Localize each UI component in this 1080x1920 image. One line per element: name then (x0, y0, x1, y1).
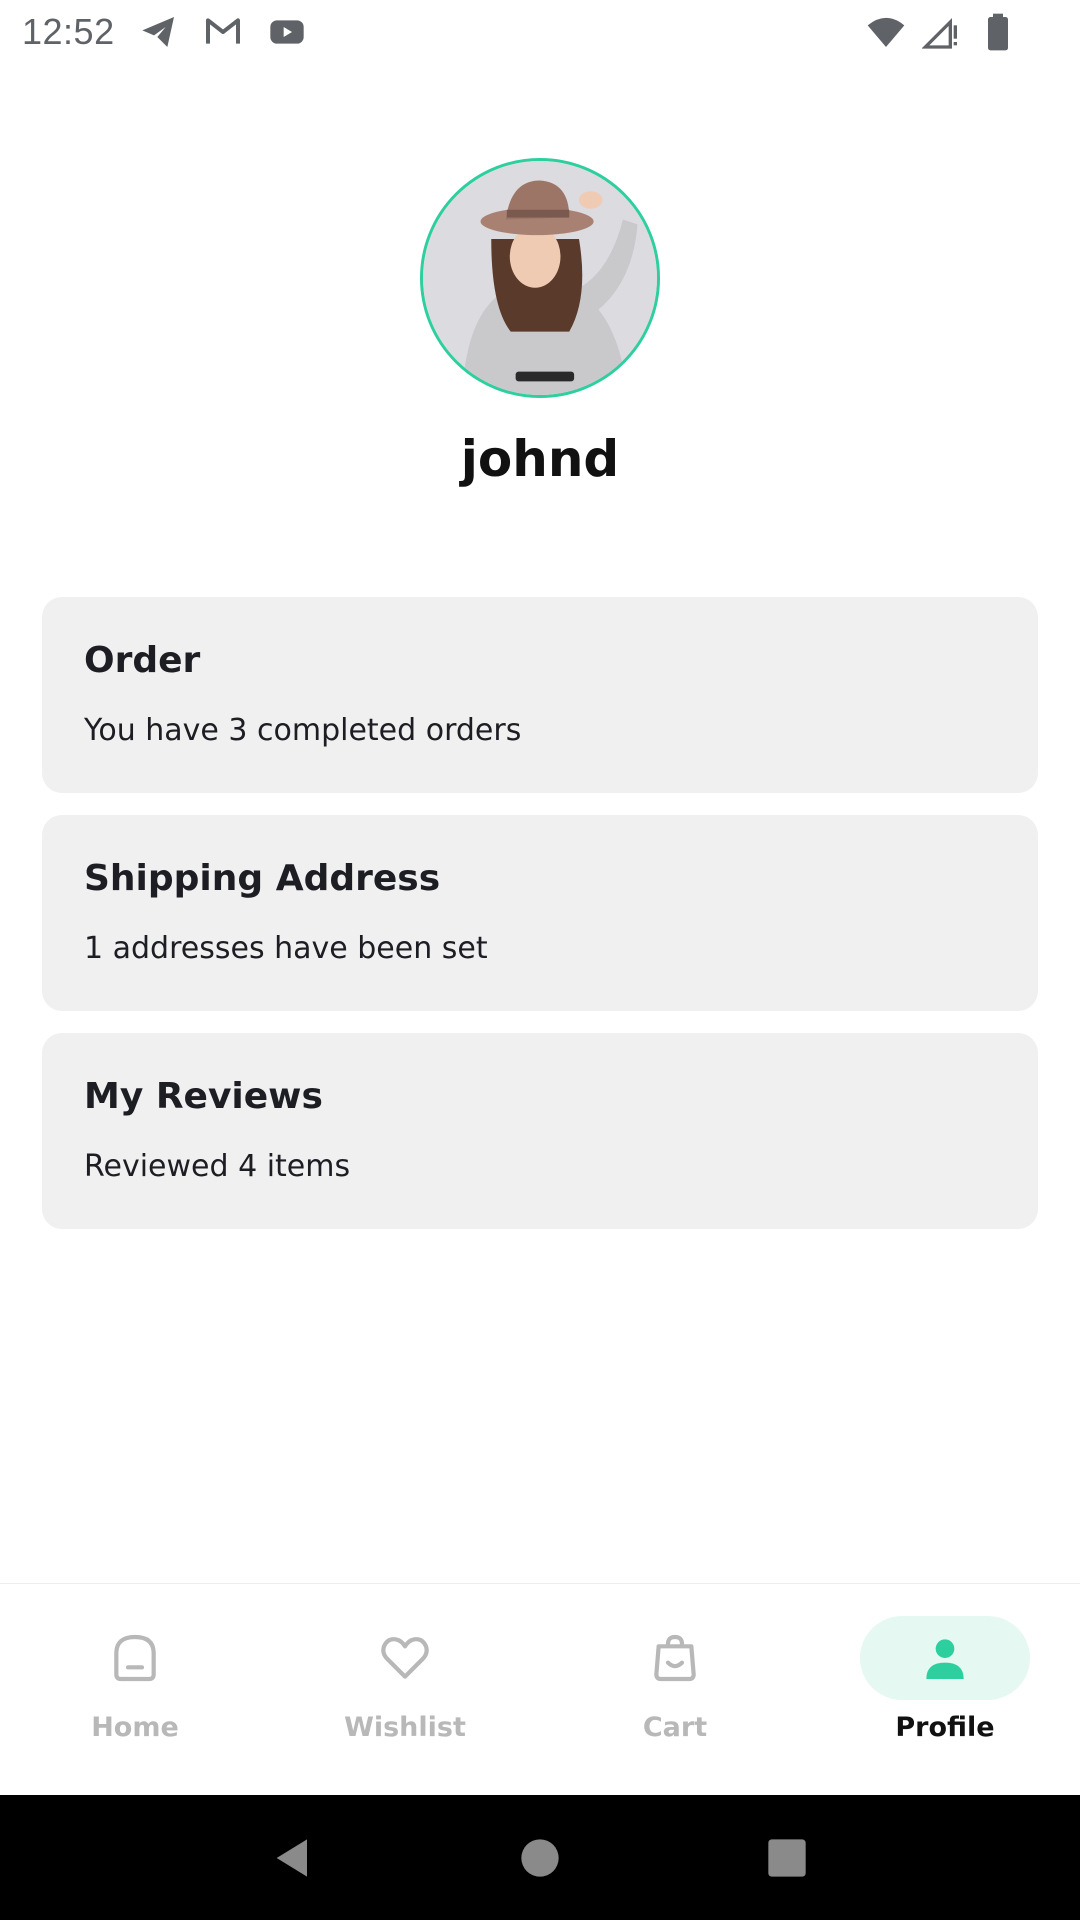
youtube-icon (267, 12, 307, 52)
nav-item-wishlist[interactable]: Wishlist (270, 1584, 540, 1796)
my-reviews-card-subtitle: Reviewed 4 items (84, 1149, 351, 1184)
shipping-address-card[interactable]: Shipping Address 1 addresses have been s… (42, 815, 1038, 1011)
status-right (866, 12, 1018, 52)
order-card-subtitle: You have 3 completed orders (84, 713, 522, 748)
gmail-icon (203, 12, 243, 52)
nav-item-home[interactable]: Home (0, 1584, 270, 1796)
nav-label-cart: Cart (642, 1712, 708, 1743)
user-icon (917, 1630, 973, 1686)
order-card-title: Order (84, 640, 201, 681)
my-reviews-card[interactable]: My Reviews Reviewed 4 items (42, 1033, 1038, 1229)
shopping-bag-icon (647, 1630, 703, 1686)
heart-icon (377, 1630, 433, 1686)
status-time: 12:52 (22, 11, 115, 52)
my-reviews-card-title: My Reviews (84, 1076, 323, 1117)
bottom-nav: Home Wishlist Cart Profile (0, 1583, 1080, 1796)
recents-icon[interactable] (759, 1830, 815, 1886)
nav-label-wishlist: Wishlist (344, 1712, 466, 1743)
shipping-address-card-subtitle: 1 addresses have been set (84, 931, 488, 966)
battery-icon (978, 12, 1018, 52)
order-card[interactable]: Order You have 3 completed orders (42, 597, 1038, 793)
username: johnd (460, 430, 620, 488)
shipping-address-card-title: Shipping Address (84, 858, 441, 899)
nav-label-home: Home (91, 1712, 179, 1743)
avatar-photo (423, 161, 657, 395)
nav-item-cart[interactable]: Cart (540, 1584, 810, 1796)
telegram-icon (139, 12, 179, 52)
cell-signal-icon (922, 12, 962, 52)
nav-item-profile[interactable]: Profile (810, 1584, 1080, 1796)
back-icon[interactable] (265, 1830, 321, 1886)
nav-label-profile: Profile (895, 1712, 995, 1743)
wifi-icon (866, 12, 906, 52)
home-circle-icon[interactable] (512, 1830, 568, 1886)
avatar[interactable] (420, 158, 660, 398)
status-bar: 12:52 (0, 0, 1080, 64)
home-icon (107, 1630, 163, 1686)
status-left: 12:52 (22, 11, 307, 53)
system-nav-bar (0, 1795, 1080, 1920)
